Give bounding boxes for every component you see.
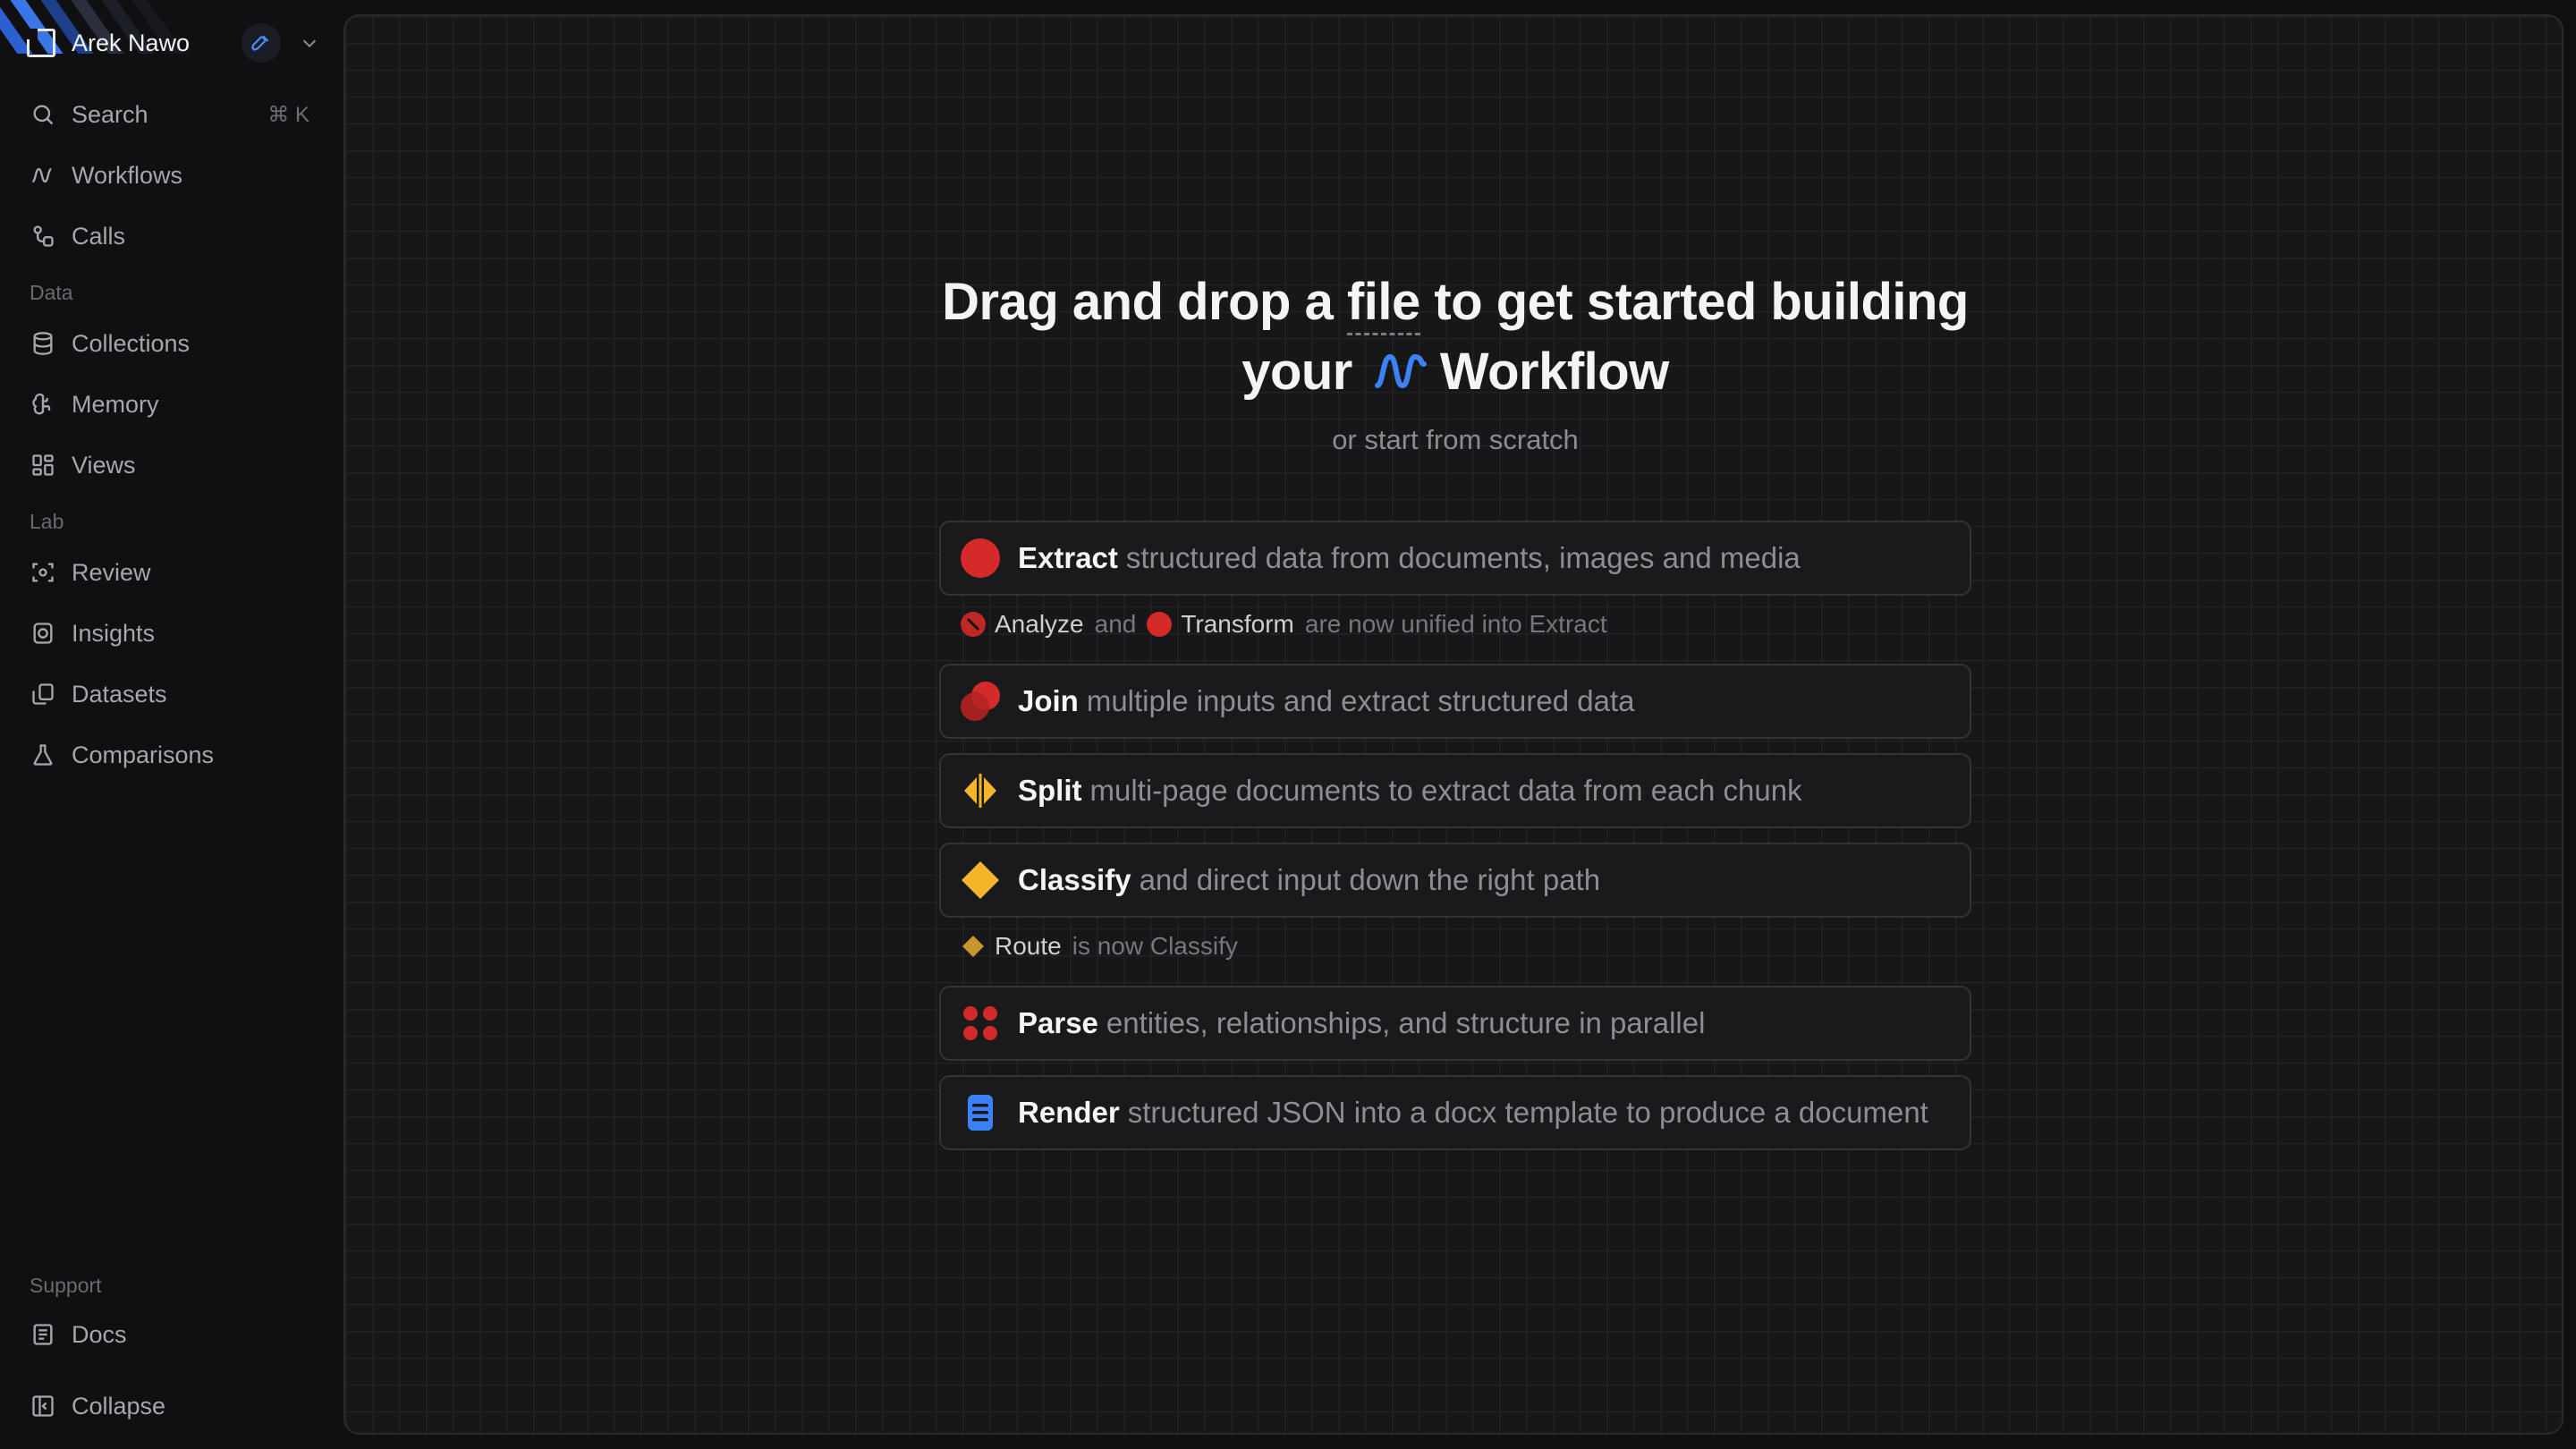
section-label-lab: Lab: [30, 510, 64, 533]
grid-icon: [29, 451, 57, 479]
workflow-icon: [29, 161, 57, 190]
insights-icon: [29, 619, 57, 648]
sidebar-item-label: Collapse: [72, 1392, 166, 1419]
sidebar-item-calls[interactable]: Calls: [21, 211, 322, 261]
collapse-icon: [29, 1392, 57, 1420]
classify-icon: [959, 859, 1002, 902]
brain-icon: [29, 390, 57, 419]
parse-icon: [959, 1002, 1002, 1045]
option-title: Parse: [1018, 1006, 1098, 1039]
hero-title-line-1: Drag and drop a file to get started buil…: [345, 272, 2562, 335]
sidebar-item-label: Docs: [72, 1320, 127, 1348]
sidebar-item-collapse[interactable]: Collapse: [21, 1381, 322, 1431]
hero-title-line-2: your Workflow: [345, 342, 2562, 402]
join-icon: [959, 680, 1002, 723]
sidebar-item-workflows[interactable]: Workflows: [21, 150, 322, 200]
note-analyze: Analyze: [995, 610, 1084, 638]
sidebar-item-comparisons[interactable]: Comparisons: [21, 730, 322, 780]
sidebar-item-review[interactable]: Review: [21, 547, 322, 597]
option-title: Split: [1018, 774, 1082, 807]
search-shortcut: ⌘ K: [267, 102, 309, 127]
sidebar-item-label: Insights: [72, 619, 156, 647]
extract-note: Analyze and Transform are now unified in…: [961, 610, 1607, 639]
note-transform: Transform: [1181, 610, 1294, 638]
extract-icon: [959, 537, 1002, 580]
sidebar-item-datasets[interactable]: Datasets: [21, 669, 322, 719]
option-split[interactable]: Split multi-page documents to extract dat…: [939, 753, 1971, 828]
option-description: structured JSON into a docx template to …: [1127, 1096, 1928, 1129]
sidebar-item-label: Collections: [72, 329, 191, 357]
docs-icon: [29, 1320, 57, 1349]
account-switcher[interactable]: Arek Nawo: [27, 23, 322, 63]
option-extract[interactable]: Extract structured data from documents, i…: [939, 521, 1971, 596]
hero-file-word: file: [1346, 273, 1420, 335]
option-description: multiple inputs and extract structured d…: [1086, 684, 1635, 717]
option-description: entities, relationships, and structure i…: [1106, 1006, 1706, 1039]
search-icon: [29, 100, 57, 129]
workspace-logo-icon: [27, 29, 55, 57]
note-tail: is now Classify: [1072, 932, 1238, 960]
option-title: Render: [1018, 1096, 1120, 1129]
datasets-icon: [29, 680, 57, 708]
calls-icon: [29, 222, 57, 250]
classify-note: Route is now Classify: [961, 932, 1238, 961]
sidebar-item-label: Comparisons: [72, 741, 215, 768]
hero-text: Workflow: [1439, 343, 1669, 401]
option-title: Join: [1018, 684, 1079, 717]
hero-text: Drag and drop a: [942, 273, 1347, 331]
transform-icon: [1147, 612, 1173, 637]
split-icon: [959, 769, 1002, 812]
option-classify[interactable]: Classify and direct input down the right …: [939, 843, 1971, 918]
option-join[interactable]: Join multiple inputs and extract structur…: [939, 664, 1971, 739]
option-description: structured data from documents, images a…: [1125, 541, 1801, 574]
option-render[interactable]: Render structured JSON into a docx templa…: [939, 1075, 1971, 1150]
render-icon: [959, 1091, 1002, 1134]
section-label-support: Support: [30, 1274, 102, 1297]
account-name: Arek Nawo: [72, 29, 191, 56]
option-description: and direct input down the right path: [1139, 863, 1601, 896]
note-route: Route: [995, 932, 1062, 960]
sidebar-item-label: Calls: [72, 222, 126, 250]
hero-subtitle: or start from scratch: [1332, 424, 1579, 455]
hero-text: your: [1241, 343, 1352, 401]
sidebar-item-docs[interactable]: Docs: [21, 1309, 322, 1360]
route-icon: [961, 934, 986, 959]
sidebar-item-label: Review: [72, 558, 151, 586]
note-tail: are now unified into Extract: [1304, 610, 1607, 638]
option-description: multi-page documents to extract data fro…: [1089, 774, 1802, 807]
sidebar-item-memory[interactable]: Memory: [21, 379, 322, 429]
workflow-icon: [1372, 346, 1429, 396]
flask-icon: [29, 741, 57, 769]
sidebar-item-insights[interactable]: Insights: [21, 608, 322, 658]
sidebar-item-search[interactable]: Search ⌘ K: [21, 89, 322, 140]
sidebar-item-collections[interactable]: Collections: [21, 318, 322, 369]
sidebar: Arek Nawo Search ⌘ K Workflows Calls Dat…: [0, 0, 343, 1449]
option-parse[interactable]: Parse entities, relationships, and struct…: [939, 986, 1971, 1061]
sidebar-item-label: Workflows: [72, 161, 183, 189]
sidebar-item-label: Datasets: [72, 680, 167, 708]
note-and: and: [1094, 610, 1137, 638]
section-label-data: Data: [30, 281, 73, 304]
sidebar-item-label: Memory: [72, 390, 159, 418]
option-title: Extract: [1018, 541, 1118, 574]
sidebar-item-label: Views: [72, 451, 136, 479]
sidebar-item-views[interactable]: Views: [21, 440, 322, 490]
database-icon: [29, 329, 57, 358]
chevron-down-icon[interactable]: [292, 25, 327, 61]
workflow-canvas[interactable]: Drag and drop a file to get started buil…: [343, 14, 2563, 1435]
analyze-icon: [961, 612, 986, 637]
review-icon: [29, 558, 57, 587]
hero-text: to get started building: [1419, 273, 1969, 331]
option-title: Classify: [1018, 863, 1131, 896]
rocket-icon[interactable]: [242, 23, 281, 63]
sidebar-item-label: Search: [72, 100, 148, 128]
